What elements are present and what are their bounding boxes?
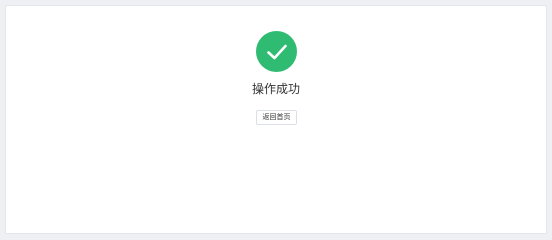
checkmark-icon — [266, 44, 287, 59]
back-home-button[interactable]: 返回首页 — [256, 110, 297, 125]
result-title: 操作成功 — [251, 82, 300, 96]
check-circle-icon — [256, 31, 297, 72]
result-panel: 操作成功 返回首页 — [5, 5, 547, 234]
